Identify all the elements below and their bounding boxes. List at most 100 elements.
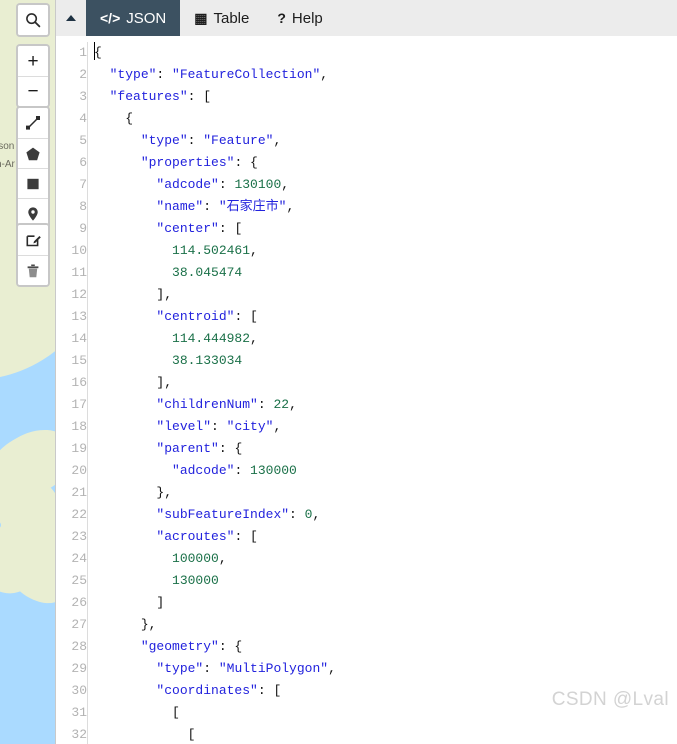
caret-up-icon xyxy=(66,15,76,21)
code-line: "parent": { xyxy=(94,438,677,460)
menu-bar-filler xyxy=(336,0,677,36)
line-number: 31 xyxy=(71,705,87,720)
code-line: }, xyxy=(94,614,677,636)
code-line: [ xyxy=(94,702,677,724)
code-line: "childrenNum": 22, xyxy=(94,394,677,416)
code-token-str: "Feature" xyxy=(203,133,274,148)
code-token-num: 130000 xyxy=(172,573,219,588)
tab-help[interactable]: ? Help xyxy=(263,0,337,36)
json-code-area[interactable]: 1 2 3 4 5 6 7 8 9 10 11 12 13 14 15 16 17 18 19 20 21 22 23 24 2… xyxy=(56,36,677,744)
code-token-punc: : xyxy=(218,177,235,192)
code-token-key: "center" xyxy=(156,221,219,236)
map-draw-toolbar[interactable] xyxy=(16,106,50,230)
line-number: 8 xyxy=(79,199,87,214)
code-line: "type": "Feature", xyxy=(94,130,677,152)
collapse-toggle-button[interactable] xyxy=(56,0,86,36)
json-code-content[interactable]: { "type": "FeatureCollection", "features… xyxy=(88,36,677,744)
code-token-num: 114.444982 xyxy=(172,331,251,346)
line-number: 30 xyxy=(71,683,87,698)
code-token-num: 130000 xyxy=(250,463,297,478)
code-token-punc: { xyxy=(125,111,134,126)
line-number: 24 xyxy=(71,551,87,566)
code-token-punc: , xyxy=(328,661,336,676)
code-token-punc: : [ xyxy=(234,309,258,324)
code-token-key: "subFeatureIndex" xyxy=(156,507,290,522)
code-token-punc: : xyxy=(234,463,251,478)
tab-json-label: JSON xyxy=(126,9,167,27)
code-token-punc: { xyxy=(94,45,102,60)
code-token-punc: : { xyxy=(218,441,243,456)
code-token-str: "city" xyxy=(226,419,274,434)
map-panel[interactable]: ison n-Ar Nii Japa Shizuo + xyxy=(0,0,56,744)
code-line: "coordinates": [ xyxy=(94,680,677,702)
code-token-key: "childrenNum" xyxy=(156,397,258,412)
text-caret xyxy=(94,42,95,60)
draw-rectangle-button[interactable] xyxy=(18,168,48,198)
code-line: 114.502461, xyxy=(94,240,677,262)
line-number: 7 xyxy=(79,177,87,192)
code-token-punc: : xyxy=(203,661,219,676)
map-zoom-out-button[interactable]: − xyxy=(18,76,48,106)
code-token-punc: , xyxy=(312,507,321,522)
edit-layers-button[interactable] xyxy=(18,225,48,255)
code-token-str: "石家庄市" xyxy=(218,199,287,214)
code-brackets-icon: </> xyxy=(100,10,121,26)
code-line: }, xyxy=(94,482,677,504)
tab-help-label: Help xyxy=(291,9,323,27)
line-number: 26 xyxy=(71,595,87,610)
line-number: 12 xyxy=(71,287,87,302)
map-edit-toolbar[interactable] xyxy=(16,223,50,287)
question-mark-icon: ? xyxy=(277,10,286,26)
delete-layers-button[interactable] xyxy=(18,255,48,285)
line-number: 4 xyxy=(79,111,87,126)
rectangle-icon xyxy=(25,176,41,192)
code-token-key: "type" xyxy=(156,661,204,676)
line-number: 2 xyxy=(79,67,87,82)
code-token-punc: ] xyxy=(156,595,165,610)
map-zoom-in-button[interactable]: + xyxy=(18,46,48,76)
code-token-punc: ], xyxy=(156,287,173,302)
map-search-control[interactable] xyxy=(16,3,50,37)
json-editor-app: ison n-Ar Nii Japa Shizuo + xyxy=(0,0,677,744)
tab-table[interactable]: ▦ Table xyxy=(180,0,264,36)
line-number: 27 xyxy=(71,617,87,632)
tab-json[interactable]: </> JSON xyxy=(86,0,181,36)
json-editor-panel: </> JSON ▦ Table ? Help 1 2 3 4 5 6 7 8 9 10 11 12 1… xyxy=(56,0,677,744)
line-number: 21 xyxy=(71,485,87,500)
line-number: 11 xyxy=(71,265,87,280)
code-token-str: "MultiPolygon" xyxy=(218,661,329,676)
code-line: 114.444982, xyxy=(94,328,677,350)
marker-pin-icon xyxy=(25,206,41,222)
code-token-punc: : xyxy=(289,507,305,522)
code-token-punc: : { xyxy=(234,155,258,170)
code-token-punc: : xyxy=(211,419,227,434)
line-number: 15 xyxy=(71,353,87,368)
line-number: 28 xyxy=(71,639,87,654)
line-number: 9 xyxy=(79,221,87,236)
code-token-punc: : xyxy=(156,67,173,82)
draw-polygon-button[interactable] xyxy=(18,138,48,168)
code-line: "name": "石家庄市", xyxy=(94,196,677,218)
code-token-num: 114.502461 xyxy=(172,243,251,258)
code-token-num: 22 xyxy=(273,397,290,412)
draw-polyline-button[interactable] xyxy=(18,108,48,138)
code-line: "center": [ xyxy=(94,218,677,240)
code-token-key: "type" xyxy=(140,133,188,148)
code-line: 100000, xyxy=(94,548,677,570)
code-token-key: "features" xyxy=(109,89,188,104)
polygon-icon xyxy=(25,146,41,162)
code-line: "properties": { xyxy=(94,152,677,174)
map-zoom-control[interactable]: + − xyxy=(16,44,50,108)
line-number: 5 xyxy=(79,133,87,148)
trash-icon xyxy=(25,263,41,279)
line-number: 17 xyxy=(71,397,87,412)
search-icon xyxy=(25,12,41,28)
code-token-punc: , xyxy=(273,419,282,434)
plus-icon: + xyxy=(27,50,39,72)
map-search-button[interactable] xyxy=(18,5,48,35)
code-line: { xyxy=(94,42,677,64)
line-number: 25 xyxy=(71,573,87,588)
code-token-key: "acroutes" xyxy=(156,529,235,544)
code-line: 38.133034 xyxy=(94,350,677,372)
code-line: "adcode": 130000 xyxy=(94,460,677,482)
